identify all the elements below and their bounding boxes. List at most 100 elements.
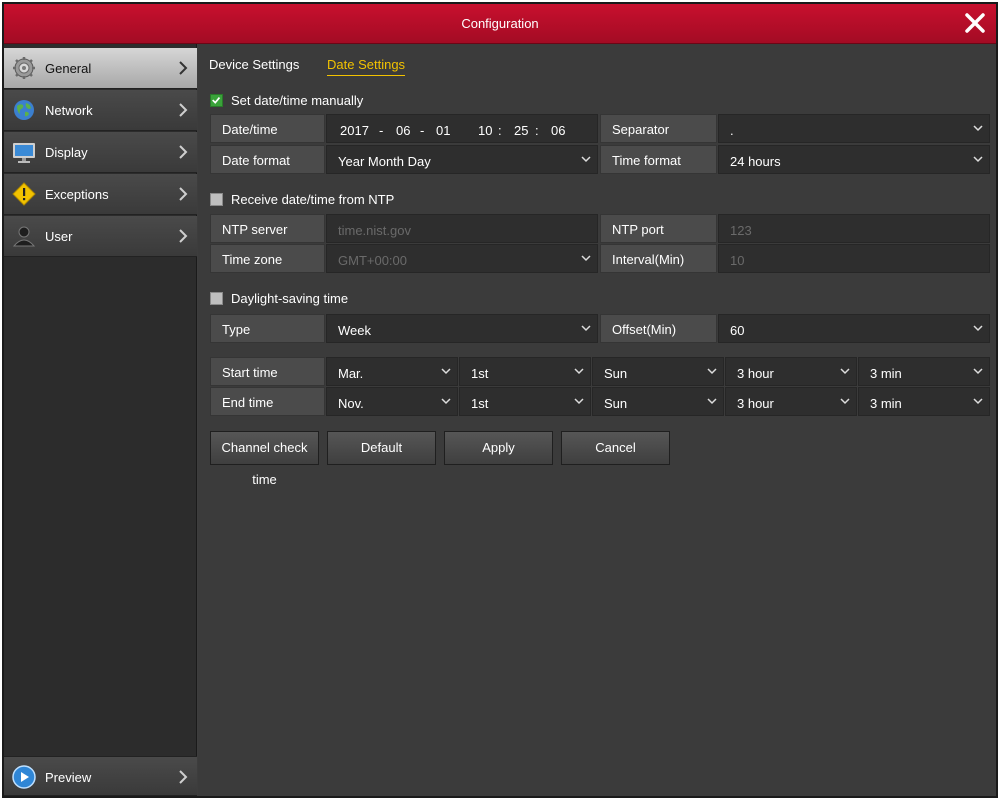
- start-hour-select[interactable]: 3 hour: [725, 357, 857, 386]
- timezone-value: GMT+00:00: [338, 253, 408, 268]
- month-field[interactable]: 06: [396, 123, 410, 138]
- sidebar-item-general[interactable]: General: [4, 48, 197, 89]
- second-field[interactable]: 06: [551, 123, 565, 138]
- chevron-down-icon: [973, 368, 983, 375]
- day-field[interactable]: 01: [436, 123, 450, 138]
- chevron-down-icon: [840, 398, 850, 405]
- start-min-select[interactable]: 3 min: [858, 357, 990, 386]
- timezone-label-cell: Time zone: [210, 244, 325, 273]
- tab-date-settings[interactable]: Date Settings: [327, 57, 406, 76]
- chevron-down-icon: [441, 368, 451, 375]
- sidebar-item-label: Network: [45, 103, 93, 118]
- ntp-server-field[interactable]: time.nist.gov: [326, 214, 598, 243]
- hour-field[interactable]: 10: [478, 123, 492, 138]
- interval-label: Interval(Min): [612, 252, 685, 267]
- dst-type-select[interactable]: Week: [326, 314, 598, 343]
- datetime-label-cell: Date/time: [210, 114, 325, 143]
- date-format-select[interactable]: Year Month Day: [326, 145, 598, 174]
- checkbox-unchecked[interactable]: [210, 292, 223, 305]
- chevron-right-icon: [179, 103, 188, 117]
- title-bar: Configuration: [4, 4, 996, 44]
- datetime-field[interactable]: 2017 - 06 - 01 10 : 25 : 06: [326, 114, 598, 143]
- interval-field[interactable]: 10: [718, 244, 990, 273]
- minute-field[interactable]: 25: [514, 123, 528, 138]
- date-dash: -: [379, 123, 384, 138]
- date-format-value: Year Month Day: [338, 154, 431, 169]
- dst-type-label: Type: [222, 322, 251, 337]
- dst-label: Daylight-saving time: [231, 291, 349, 306]
- chevron-down-icon: [574, 398, 584, 405]
- separator-select[interactable]: .: [718, 114, 990, 143]
- start-time-label-cell: Start time: [210, 357, 325, 386]
- start-month-select[interactable]: Mar.: [326, 357, 458, 386]
- time-colon: :: [498, 123, 502, 138]
- chevron-down-icon: [581, 156, 591, 163]
- end-week-value: 1st: [471, 396, 489, 411]
- globe-icon: [14, 100, 34, 120]
- ntp-server-label-cell: NTP server: [210, 214, 325, 243]
- default-button[interactable]: Default: [327, 431, 436, 465]
- separator-label-cell: Separator: [600, 114, 717, 143]
- sidebar-item-label: General: [45, 61, 92, 76]
- chevron-right-icon: [179, 61, 188, 75]
- channel-check-time-button[interactable]: Channel check time: [210, 431, 319, 487]
- sidebar-item-exceptions[interactable]: Exceptions: [4, 174, 197, 215]
- timezone-select[interactable]: GMT+00:00: [326, 244, 598, 273]
- start-min-value: 3 min: [870, 366, 902, 381]
- end-min-select[interactable]: 3 min: [858, 387, 990, 416]
- chevron-down-icon: [707, 398, 717, 405]
- monitor-icon: [13, 143, 35, 163]
- sidebar: General Network Display Exceptions User …: [4, 44, 197, 796]
- year-field[interactable]: 2017: [340, 123, 369, 138]
- end-time-label: End time: [222, 395, 274, 410]
- start-day-select[interactable]: Sun: [592, 357, 724, 386]
- time-format-value: 24 hours: [730, 154, 781, 169]
- window-title: Configuration: [461, 16, 539, 31]
- time-colon: :: [535, 123, 539, 138]
- timezone-label: Time zone: [222, 252, 283, 267]
- start-time-label: Start time: [222, 365, 278, 380]
- close-icon[interactable]: [962, 10, 988, 36]
- date-dash: -: [420, 123, 425, 138]
- chevron-down-icon: [707, 368, 717, 375]
- offset-label-cell: Offset(Min): [600, 314, 717, 343]
- end-month-select[interactable]: Nov.: [326, 387, 458, 416]
- apply-button[interactable]: Apply: [444, 431, 553, 465]
- chevron-down-icon: [973, 325, 983, 332]
- dst-type-value: Week: [338, 323, 371, 338]
- chevron-right-icon: [179, 187, 188, 201]
- chevron-right-icon: [179, 145, 188, 159]
- chevron-down-icon: [574, 368, 584, 375]
- time-format-select[interactable]: 24 hours: [718, 145, 990, 174]
- sidebar-item-user[interactable]: User: [4, 216, 197, 257]
- ntp-port-field[interactable]: 123: [718, 214, 990, 243]
- play-icon: [12, 765, 36, 789]
- checkbox-checked[interactable]: [210, 94, 223, 107]
- end-week-select[interactable]: 1st: [459, 387, 591, 416]
- start-week-select[interactable]: 1st: [459, 357, 591, 386]
- chevron-down-icon: [973, 156, 983, 163]
- main-panel: Device Settings Date Settings Set date/t…: [198, 44, 996, 796]
- sidebar-item-display[interactable]: Display: [4, 132, 197, 173]
- separator-label: Separator: [612, 122, 670, 137]
- chevron-down-icon: [441, 398, 451, 405]
- interval-value: 10: [730, 253, 745, 268]
- chevron-down-icon: [973, 125, 983, 132]
- checkbox-unchecked[interactable]: [210, 193, 223, 206]
- preview-button[interactable]: Preview: [4, 756, 197, 796]
- offset-select[interactable]: 60: [718, 314, 990, 343]
- sidebar-item-label: Display: [45, 145, 88, 160]
- dst-type-label-cell: Type: [210, 314, 325, 343]
- datetime-label: Date/time: [222, 122, 278, 137]
- end-day-select[interactable]: Sun: [592, 387, 724, 416]
- time-format-label: Time format: [612, 153, 681, 168]
- tab-device-settings[interactable]: Device Settings: [209, 57, 299, 75]
- chevron-down-icon: [840, 368, 850, 375]
- cancel-button[interactable]: Cancel: [561, 431, 670, 465]
- offset-label: Offset(Min): [612, 322, 677, 337]
- date-format-label-cell: Date format: [210, 145, 325, 174]
- sidebar-item-network[interactable]: Network: [4, 90, 197, 131]
- start-week-value: 1st: [471, 366, 489, 381]
- start-month-value: Mar.: [338, 366, 364, 381]
- end-hour-select[interactable]: 3 hour: [725, 387, 857, 416]
